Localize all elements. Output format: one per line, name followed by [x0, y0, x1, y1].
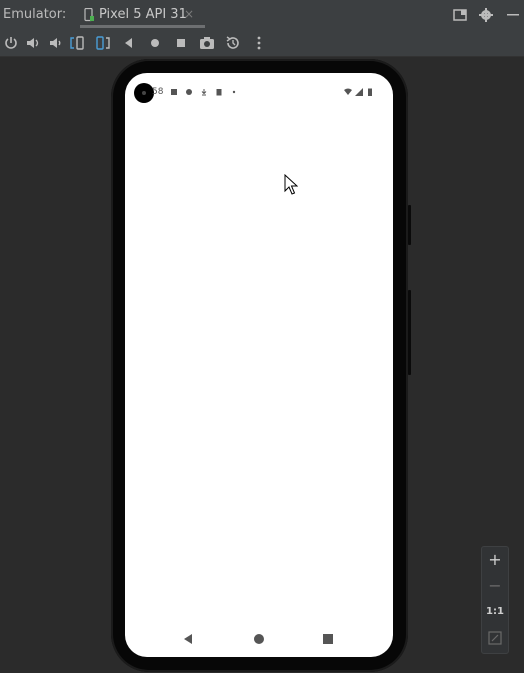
notification-icon [186, 89, 192, 95]
battery-icon [368, 88, 372, 96]
front-camera-cutout [134, 83, 154, 103]
device-screen[interactable]: 58 [125, 73, 393, 657]
dot-icon [232, 90, 236, 94]
nav-back-icon[interactable] [182, 633, 194, 645]
home-icon[interactable] [146, 34, 164, 52]
notification-icon [171, 89, 177, 95]
navigation-bar [125, 621, 393, 657]
device-tab-label: Pixel 5 API 31 [99, 7, 187, 22]
actual-size-button[interactable]: 1:1 [482, 599, 508, 625]
clipboard-icon [216, 89, 222, 96]
download-icon [201, 89, 207, 96]
status-bar: 58 [125, 73, 393, 111]
tab-active-indicator [80, 25, 205, 28]
layout-icon[interactable] [452, 7, 468, 23]
rotate-right-icon[interactable] [94, 34, 112, 52]
emulator-toolbar [0, 30, 524, 57]
nav-home-icon[interactable] [253, 633, 265, 645]
device-tab[interactable]: Pixel 5 API 31 × [80, 0, 205, 30]
rotate-left-icon[interactable] [68, 34, 86, 52]
zoom-out-button[interactable]: − [482, 573, 508, 599]
device-volume-rocker[interactable] [408, 290, 411, 375]
power-icon[interactable] [2, 34, 20, 52]
more-options-icon[interactable] [250, 34, 268, 52]
close-tab-button[interactable]: × [184, 7, 194, 21]
back-icon[interactable] [120, 34, 138, 52]
settings-gear-icon[interactable] [478, 7, 494, 23]
panel-title: Emulator: [3, 7, 67, 22]
zoom-in-button[interactable]: + [482, 547, 508, 573]
emulator-header: Emulator: Pixel 5 API 31 × [0, 0, 524, 30]
status-time: 58 [152, 87, 164, 97]
camera-icon[interactable] [198, 34, 216, 52]
device-phone-icon [84, 8, 94, 22]
wifi-icon [344, 88, 352, 95]
fit-screen-icon[interactable] [488, 631, 502, 645]
volume-down-icon[interactable] [46, 34, 64, 52]
minimize-icon[interactable] [505, 7, 521, 23]
snapshot-icon[interactable] [224, 34, 242, 52]
signal-icon [355, 88, 363, 96]
mouse-cursor-icon [284, 174, 298, 195]
nav-overview-icon[interactable] [322, 633, 334, 645]
zoom-controls: + − 1:1 [481, 546, 509, 654]
overview-icon[interactable] [172, 34, 190, 52]
device-side-button[interactable] [408, 205, 411, 245]
volume-up-icon[interactable] [24, 34, 42, 52]
